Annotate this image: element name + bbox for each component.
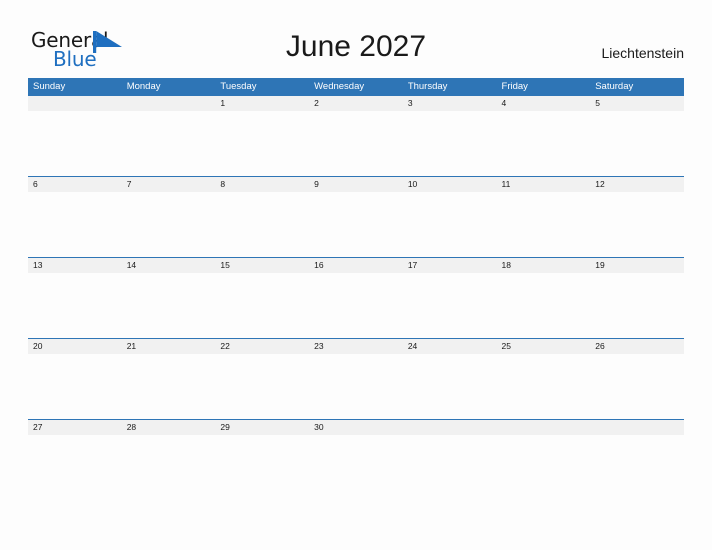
calendar-page: General Blue June 2027 Liechtenstein Sun…	[0, 0, 712, 550]
day-number-cell[interactable]: 11	[497, 177, 591, 192]
day-number-cell[interactable]: 15	[215, 258, 309, 273]
week-day-number-band: 13 14 15 16 17 18 19	[28, 258, 684, 273]
day-number-cell[interactable]: 22	[215, 339, 309, 354]
week-row: 6 7 8 9 10 11 12	[28, 176, 684, 258]
day-number-cell[interactable]	[497, 420, 591, 435]
day-number-cell[interactable]: 24	[403, 339, 497, 354]
day-number-cell[interactable]: 16	[309, 258, 403, 273]
day-number-cell[interactable]: 2	[309, 96, 403, 111]
weekday-header-thursday: Thursday	[407, 81, 448, 92]
day-number-cell[interactable]: 27	[28, 420, 122, 435]
week-event-area[interactable]	[28, 192, 684, 258]
day-number-cell[interactable]	[122, 96, 216, 111]
week-row: 13 14 15 16 17 18 19	[28, 257, 684, 339]
week-row: 20 21 22 23 24 25 26	[28, 338, 684, 420]
day-number-cell[interactable]: 7	[122, 177, 216, 192]
day-number-cell[interactable]: 29	[215, 420, 309, 435]
calendar-grid: Sunday Monday Tuesday Wednesday Thursday…	[28, 78, 684, 501]
week-event-area[interactable]	[28, 354, 684, 420]
day-number-cell[interactable]: 18	[497, 258, 591, 273]
day-number-cell[interactable]	[590, 420, 684, 435]
day-number-cell[interactable]: 1	[215, 96, 309, 111]
week-day-number-band: 6 7 8 9 10 11 12	[28, 177, 684, 192]
weekday-header-sunday: Sunday	[33, 81, 66, 92]
weekday-header-tuesday: Tuesday	[220, 81, 257, 92]
day-number-cell[interactable]: 14	[122, 258, 216, 273]
day-number-cell[interactable]: 3	[403, 96, 497, 111]
weekday-header-row: Sunday Monday Tuesday Wednesday Thursday…	[28, 78, 684, 95]
day-number-cell[interactable]: 8	[215, 177, 309, 192]
week-row: 1 2 3 4 5	[28, 95, 684, 177]
week-event-area[interactable]	[28, 435, 684, 501]
weekday-header-saturday: Saturday	[595, 81, 634, 92]
day-number-cell[interactable]: 26	[590, 339, 684, 354]
week-day-number-band: 20 21 22 23 24 25 26	[28, 339, 684, 354]
day-number-cell[interactable]: 28	[122, 420, 216, 435]
day-number-cell[interactable]: 25	[497, 339, 591, 354]
day-number-cell[interactable]	[28, 96, 122, 111]
day-number-cell[interactable]: 5	[590, 96, 684, 111]
day-number-cell[interactable]: 12	[590, 177, 684, 192]
day-number-cell[interactable]: 10	[403, 177, 497, 192]
day-number-cell[interactable]: 6	[28, 177, 122, 192]
day-number-cell[interactable]: 21	[122, 339, 216, 354]
page-header: General Blue June 2027 Liechtenstein	[0, 0, 712, 78]
week-event-area[interactable]	[28, 111, 684, 177]
day-number-cell[interactable]: 20	[28, 339, 122, 354]
day-number-cell[interactable]: 19	[590, 258, 684, 273]
day-number-cell[interactable]: 13	[28, 258, 122, 273]
day-number-cell[interactable]: 4	[497, 96, 591, 111]
week-day-number-band: 1 2 3 4 5	[28, 96, 684, 111]
weekday-header-wednesday: Wednesday	[314, 81, 365, 92]
week-event-area[interactable]	[28, 273, 684, 339]
week-row: 27 28 29 30	[28, 419, 684, 501]
day-number-cell[interactable]: 17	[403, 258, 497, 273]
day-number-cell[interactable]: 23	[309, 339, 403, 354]
weekday-header-friday: Friday	[501, 81, 528, 92]
weekday-header-monday: Monday	[126, 81, 161, 92]
day-number-cell[interactable]	[403, 420, 497, 435]
country-label: Liechtenstein	[601, 45, 684, 61]
day-number-cell[interactable]: 30	[309, 420, 403, 435]
week-day-number-band: 27 28 29 30	[28, 420, 684, 435]
day-number-cell[interactable]: 9	[309, 177, 403, 192]
